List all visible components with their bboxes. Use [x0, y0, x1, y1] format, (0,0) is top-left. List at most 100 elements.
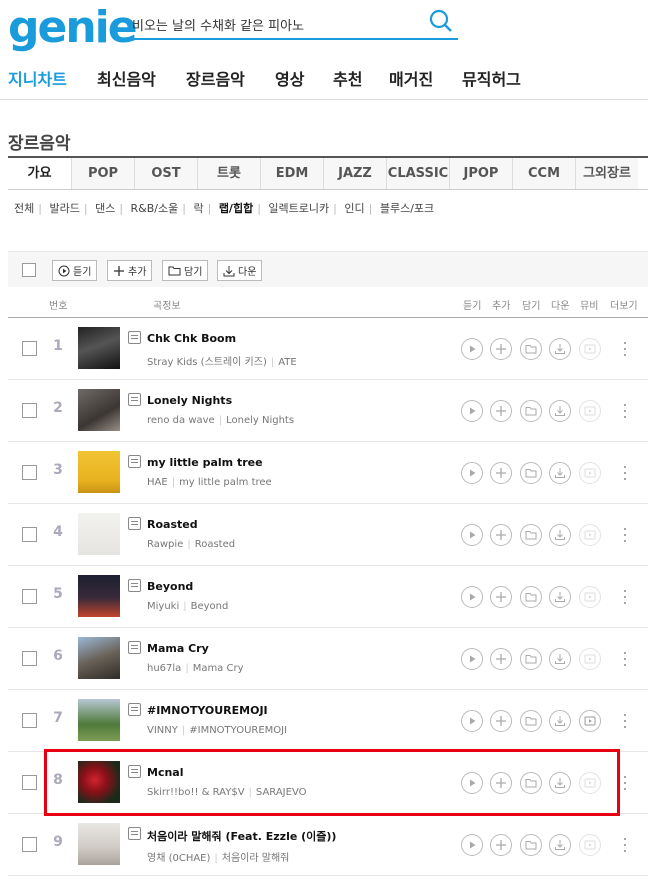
artist-link[interactable]: Stray Kids (스트레이 키즈): [147, 357, 267, 368]
tab-pop[interactable]: POP: [71, 158, 134, 189]
artist-link[interactable]: Miyuki: [147, 601, 179, 612]
save-song-button[interactable]: [520, 338, 542, 360]
nav-new-music[interactable]: 최신음악: [97, 66, 156, 90]
play-song-button[interactable]: [461, 338, 483, 360]
play-song-button[interactable]: [461, 648, 483, 670]
play-song-button[interactable]: [461, 462, 483, 484]
more-options-icon[interactable]: [622, 712, 628, 730]
tab-other-genres[interactable]: 그외장르: [575, 158, 638, 189]
music-video-button[interactable]: [579, 772, 601, 794]
play-song-button[interactable]: [461, 710, 483, 732]
nav-magazine[interactable]: 매거진: [389, 66, 433, 90]
more-options-icon[interactable]: [622, 526, 628, 544]
lyrics-icon[interactable]: [128, 331, 141, 344]
lyrics-icon[interactable]: [128, 393, 141, 406]
music-video-button[interactable]: [579, 400, 601, 422]
lyrics-icon[interactable]: [128, 765, 141, 778]
nav-video[interactable]: 영상: [275, 66, 304, 90]
download-song-button[interactable]: [549, 834, 571, 856]
nav-genre-music[interactable]: 장르음악: [186, 66, 245, 90]
tab-jpop[interactable]: JPOP: [449, 158, 512, 189]
subgenre-electronica[interactable]: 일렉트로니카: [268, 202, 329, 215]
artist-link[interactable]: Skirr!!bo!! & RAY$V: [147, 787, 245, 798]
more-options-icon[interactable]: [622, 588, 628, 606]
subgenre-all[interactable]: 전체: [14, 202, 34, 215]
song-row[interactable]: 7 #IMNOTYOUREMOJI VINNY | #IMNOTYOUREMOJI: [8, 690, 648, 752]
add-to-playlist-button[interactable]: [490, 586, 512, 608]
add-to-playlist-button[interactable]: [490, 648, 512, 670]
album-cover[interactable]: [78, 389, 120, 431]
download-song-button[interactable]: [549, 586, 571, 608]
album-link[interactable]: my little palm tree: [179, 477, 272, 488]
add-to-playlist-button[interactable]: [490, 710, 512, 732]
subgenre-indie[interactable]: 인디: [344, 202, 364, 215]
album-link[interactable]: Mama Cry: [193, 663, 244, 674]
song-title[interactable]: my little palm tree: [147, 456, 263, 469]
search-box[interactable]: 비오는 날의 수채화 같은 피아노: [129, 6, 458, 40]
album-cover[interactable]: [78, 699, 120, 741]
tab-classic[interactable]: CLASSIC: [386, 158, 449, 189]
save-song-button[interactable]: [520, 400, 542, 422]
more-options-icon[interactable]: [622, 464, 628, 482]
more-options-icon[interactable]: [622, 836, 628, 854]
music-video-button[interactable]: [579, 338, 601, 360]
subgenre-ballad[interactable]: 발라드: [49, 202, 79, 215]
album-link[interactable]: Roasted: [195, 539, 235, 550]
save-song-button[interactable]: [520, 710, 542, 732]
lyrics-icon[interactable]: [128, 455, 141, 468]
play-song-button[interactable]: [461, 400, 483, 422]
song-title[interactable]: Lonely Nights: [147, 394, 232, 407]
music-video-button[interactable]: [579, 524, 601, 546]
song-checkbox[interactable]: [22, 713, 37, 728]
play-song-button[interactable]: [461, 834, 483, 856]
listen-selected-button[interactable]: 듣기: [52, 260, 98, 281]
play-song-button[interactable]: [461, 772, 483, 794]
artist-link[interactable]: 영채 (0CHAE): [147, 853, 210, 864]
song-checkbox[interactable]: [22, 589, 37, 604]
download-selected-button[interactable]: 다운: [217, 260, 263, 281]
nav-music-hug[interactable]: 뮤직허그: [462, 66, 521, 90]
artist-link[interactable]: hu67la: [147, 663, 181, 674]
download-song-button[interactable]: [549, 648, 571, 670]
add-selected-button[interactable]: 추가: [107, 260, 153, 281]
save-song-button[interactable]: [520, 834, 542, 856]
add-to-playlist-button[interactable]: [490, 834, 512, 856]
subgenre-hiphop[interactable]: 랩/힙합: [219, 202, 253, 215]
more-options-icon[interactable]: [622, 340, 628, 358]
subgenre-dance[interactable]: 댄스: [95, 202, 115, 215]
lyrics-icon[interactable]: [128, 703, 141, 716]
download-song-button[interactable]: [549, 338, 571, 360]
download-song-button[interactable]: [549, 710, 571, 732]
song-checkbox[interactable]: [22, 527, 37, 542]
play-song-button[interactable]: [461, 524, 483, 546]
tab-trot[interactable]: 트롯: [197, 158, 260, 189]
search-input[interactable]: 비오는 날의 수채화 같은 피아노: [132, 15, 304, 34]
add-to-playlist-button[interactable]: [490, 400, 512, 422]
song-row[interactable]: 8 Mcnal Skirr!!bo!! & RAY$V | SARAJEVO: [8, 752, 648, 814]
save-song-button[interactable]: [520, 586, 542, 608]
album-link[interactable]: Beyond: [191, 601, 229, 612]
add-to-playlist-button[interactable]: [490, 524, 512, 546]
save-selected-button[interactable]: 담기: [162, 260, 209, 281]
tab-ccm[interactable]: CCM: [512, 158, 575, 189]
song-checkbox[interactable]: [22, 775, 37, 790]
lyrics-icon[interactable]: [128, 517, 141, 530]
album-cover[interactable]: [78, 513, 120, 555]
song-title[interactable]: Chk Chk Boom: [147, 332, 236, 345]
save-song-button[interactable]: [520, 648, 542, 670]
album-link[interactable]: ATE: [278, 357, 297, 368]
song-row[interactable]: 2 Lonely Nights reno da wave | Lonely Nights: [8, 380, 648, 442]
album-cover[interactable]: [78, 637, 120, 679]
add-to-playlist-button[interactable]: [490, 338, 512, 360]
save-song-button[interactable]: [520, 524, 542, 546]
lyrics-icon[interactable]: [128, 827, 141, 840]
music-video-button[interactable]: [579, 648, 601, 670]
select-all-checkbox[interactable]: [22, 263, 36, 277]
tab-kpop[interactable]: 가요: [8, 158, 71, 189]
song-checkbox[interactable]: [22, 651, 37, 666]
music-video-button[interactable]: [579, 462, 601, 484]
music-video-button[interactable]: [579, 586, 601, 608]
song-row[interactable]: 1 Chk Chk Boom Stray Kids (스트레이 키즈) | ATE: [8, 318, 648, 380]
music-video-button[interactable]: [579, 834, 601, 856]
subgenre-blues-folk[interactable]: 블루스/포크: [380, 202, 434, 215]
